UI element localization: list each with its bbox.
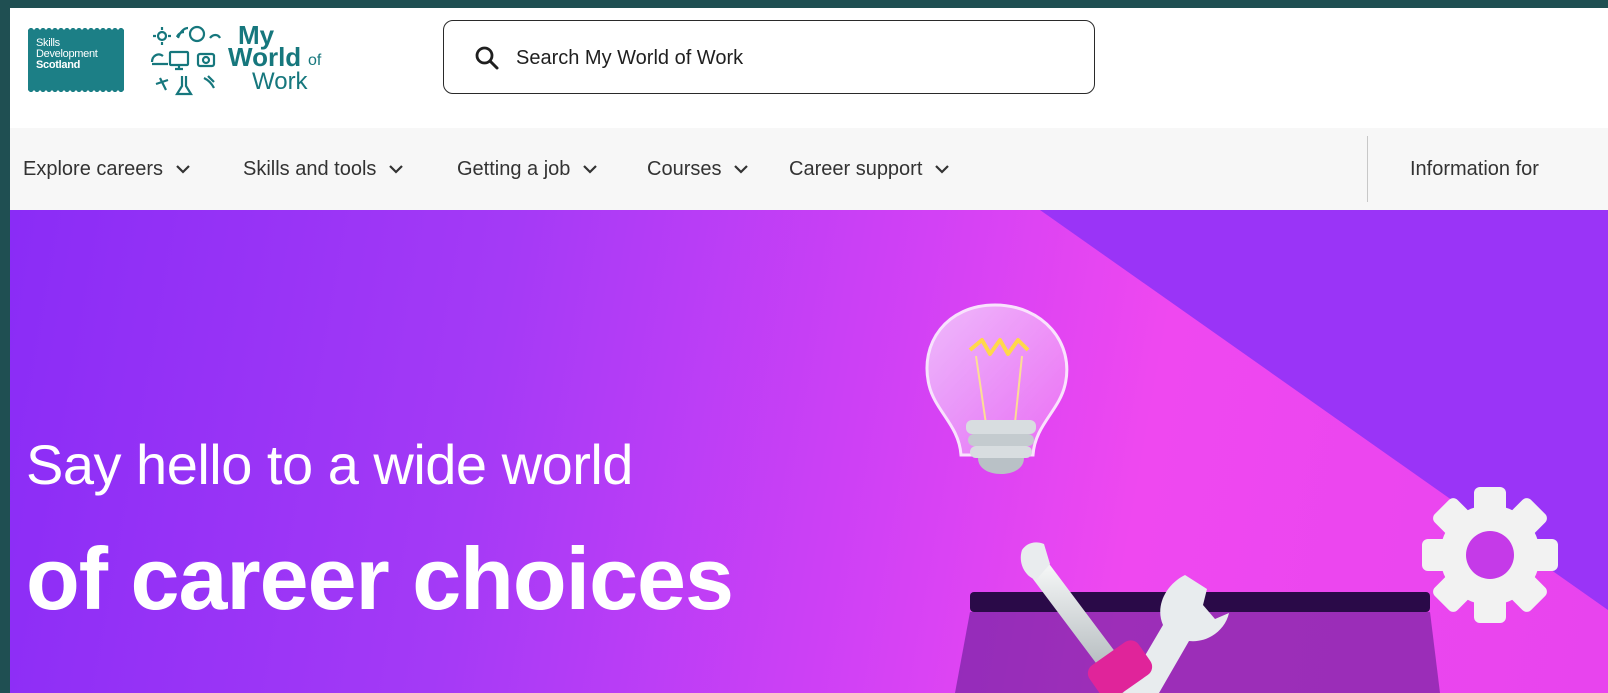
nav-item-label: Career support	[789, 157, 923, 180]
nav-divider	[1367, 136, 1368, 202]
nav-item-getting-a-job[interactable]: Getting a job	[457, 154, 598, 184]
nav-item-skills-and-tools[interactable]: Skills and tools	[243, 154, 404, 184]
logo-text-of: of	[308, 52, 322, 69]
lightbulb-icon	[925, 303, 1069, 474]
hero-heading-line2: of career choices	[26, 529, 734, 628]
nav-item-information-for[interactable]: Information for	[1410, 154, 1539, 184]
search-input[interactable]	[516, 39, 1076, 77]
nav-item-label: Getting a job	[457, 157, 571, 180]
gear-icon	[1422, 487, 1558, 623]
my-world-of-work-logo[interactable]: My World of Work	[228, 20, 328, 100]
search-icon[interactable]	[474, 45, 500, 71]
hero-heading-line1: Say hello to a wide world	[26, 433, 633, 496]
nav-item-courses[interactable]: Courses	[647, 154, 749, 184]
career-icons-cluster-icon	[150, 25, 221, 96]
nav-item-career-support[interactable]: Career support	[789, 154, 950, 184]
chevron-down-icon	[583, 165, 598, 174]
sds-logo-text-scotland: Scotland	[36, 59, 81, 71]
hero-banner: Say hello to a wide world of career choi…	[10, 210, 1608, 693]
chevron-down-icon	[734, 165, 749, 174]
nav-item-label: Skills and tools	[243, 157, 377, 180]
browser-viewport: Skills Development Scotland My World of …	[10, 8, 1608, 693]
search-box[interactable]	[443, 20, 1095, 94]
nav-item-explore-careers[interactable]: Explore careers	[23, 154, 191, 184]
information-for-label: Information for	[1410, 157, 1539, 180]
chevron-down-icon	[935, 165, 950, 174]
skills-development-scotland-logo[interactable]: Skills Development Scotland	[25, 26, 127, 94]
nav-item-label: Explore careers	[23, 157, 164, 180]
logo-text-work: Work	[252, 68, 308, 95]
chevron-down-icon	[389, 165, 404, 174]
site-header: Skills Development Scotland My World of …	[10, 8, 1608, 128]
nav-item-label: Courses	[647, 157, 722, 180]
main-navigation: Explore careers Skills and tools Getting…	[10, 128, 1608, 210]
chevron-down-icon	[176, 165, 190, 174]
